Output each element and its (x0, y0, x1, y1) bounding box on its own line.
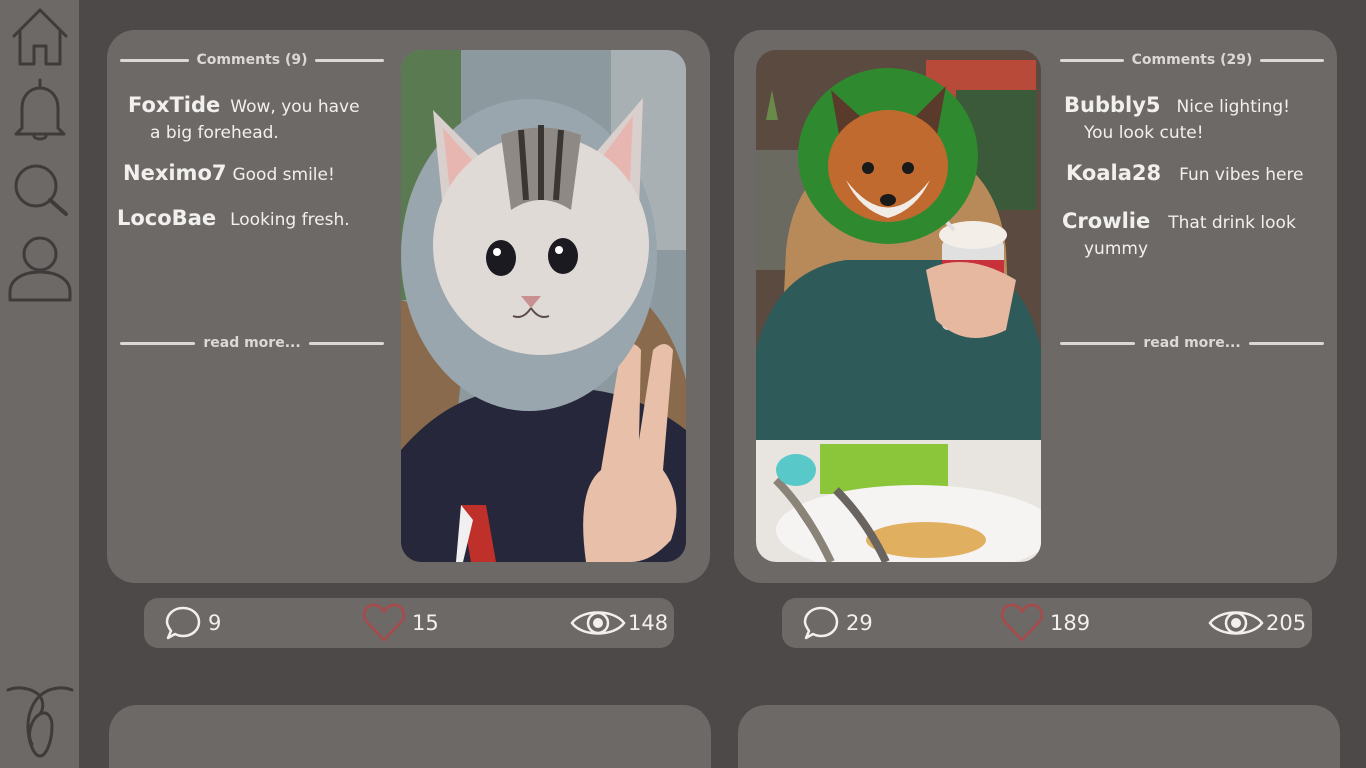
home-icon[interactable] (4, 2, 76, 74)
comment-username[interactable]: Bubbly5 (1064, 93, 1161, 117)
comment-username[interactable]: LocoBae (117, 206, 216, 230)
comment-text: Looking fresh. (230, 210, 350, 230)
post-photo[interactable] (756, 50, 1041, 562)
comment: Crowlie That drink look yummy (1062, 208, 1332, 262)
comment: FoxTide Wow, you have a big forehead. (128, 92, 388, 146)
likes-count: 15 (412, 611, 439, 635)
views-stat[interactable]: 148 (570, 598, 668, 648)
comment-text-continued: You look cute! (1084, 123, 1204, 143)
likes-stat[interactable]: 15 (362, 598, 439, 648)
comments-header: Comments (29) (1060, 52, 1324, 68)
read-more-label[interactable]: read more... (203, 335, 300, 351)
comments-header-label: Comments (29) (1131, 52, 1253, 68)
comment-username[interactable]: Crowlie (1062, 209, 1150, 233)
comments-count: 9 (208, 611, 222, 635)
comments-header: Comments (9) (120, 52, 384, 68)
comment-text: That drink look (1168, 213, 1296, 233)
comments-header-label: Comments (9) (196, 52, 308, 68)
eye-icon (1208, 611, 1264, 635)
post-card-next (738, 705, 1340, 768)
comment-text: Wow, you have (230, 97, 360, 117)
comment-text: Nice lighting! (1176, 97, 1290, 117)
comment: Koala28 Fun vibes here (1066, 160, 1336, 188)
comment-username[interactable]: FoxTide (128, 93, 220, 117)
comment-username[interactable]: Neximo7 (123, 161, 226, 185)
comment-bubble-icon (165, 606, 201, 640)
views-stat[interactable]: 205 (1208, 598, 1306, 648)
comments-stat[interactable]: 9 (164, 598, 221, 648)
post-card-next (109, 705, 711, 768)
eye-icon (570, 611, 626, 635)
comment-username[interactable]: Koala28 (1066, 161, 1161, 185)
read-more-link[interactable]: read more... (1060, 335, 1324, 351)
comment-bubble-icon (803, 606, 839, 640)
comment: Bubbly5 Nice lighting! You look cute! (1064, 92, 1334, 146)
post-stats-bar: 9 15 148 (144, 598, 674, 648)
heart-icon (362, 603, 406, 642)
views-count: 148 (628, 611, 669, 635)
likes-count: 189 (1050, 611, 1091, 635)
sidebar (0, 0, 79, 768)
user-icon[interactable] (4, 232, 76, 304)
read-more-link[interactable]: read more... (120, 335, 384, 351)
post-photo[interactable] (401, 50, 686, 562)
comment-text: Good smile! (232, 165, 335, 185)
fox-face-photo (756, 50, 1041, 562)
likes-stat[interactable]: 189 (1000, 598, 1090, 648)
search-icon[interactable] (4, 154, 76, 226)
comment-text-continued: a big forehead. (150, 123, 279, 143)
bell-icon[interactable] (4, 74, 76, 146)
comment-text: Fun vibes here (1179, 165, 1304, 185)
views-count: 205 (1266, 611, 1307, 635)
comment: Neximo7 Good smile! (123, 160, 383, 188)
comments-stat[interactable]: 29 (802, 598, 873, 648)
cat-face-photo (401, 50, 686, 562)
heart-icon (1000, 603, 1044, 642)
read-more-label[interactable]: read more... (1143, 335, 1240, 351)
comment-text-continued: yummy (1084, 239, 1149, 259)
comment: LocoBae Looking fresh. (117, 205, 377, 233)
logo-icon (4, 682, 76, 762)
post-stats-bar: 29 189 205 (782, 598, 1312, 648)
comments-count: 29 (846, 611, 873, 635)
